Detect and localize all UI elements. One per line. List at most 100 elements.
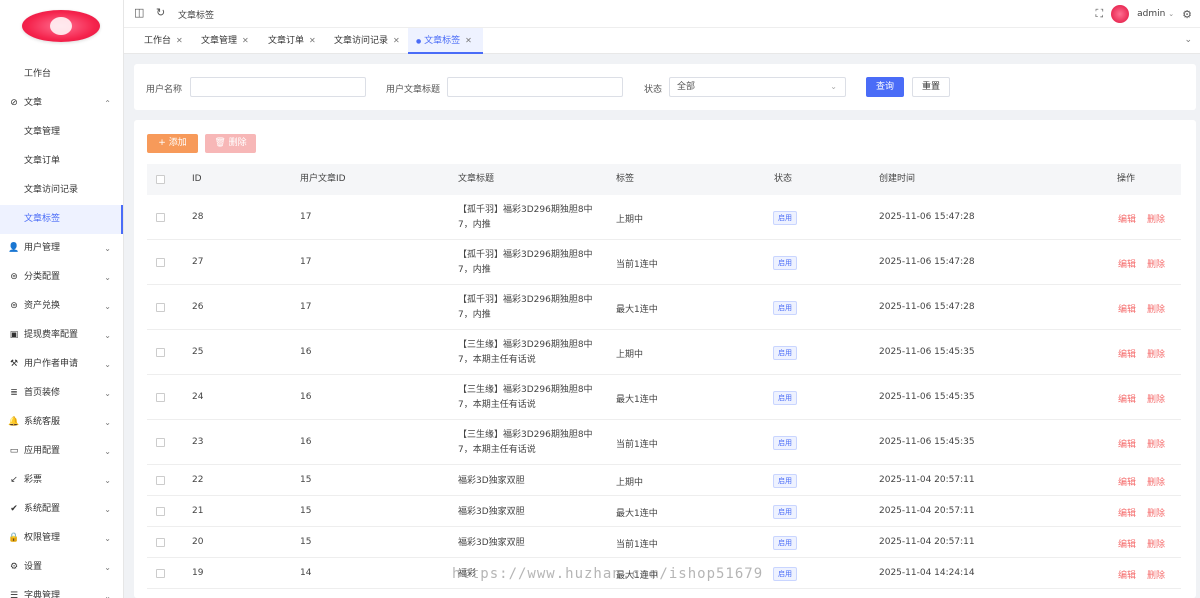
sidebar-item[interactable]: ☰ 字典管理 ⌄ <box>0 582 123 598</box>
tab-article-visits[interactable]: 文章访问记录 ✕ <box>326 28 408 54</box>
sidebar-item[interactable]: 工作台 <box>0 60 123 89</box>
reset-button[interactable]: 重置 <box>912 77 950 97</box>
row-checkbox[interactable] <box>156 392 165 402</box>
sidebar-item-label: 提现费率配置 <box>24 330 79 340</box>
delete-button[interactable]: 🗑 删除 <box>205 134 256 153</box>
sidebar-item[interactable]: 🔒 权限管理 ⌄ <box>0 524 123 553</box>
tab-article-management[interactable]: 文章管理 ✕ <box>193 28 257 54</box>
sidebar-item[interactable]: 🔔 系统客服 ⌄ <box>0 408 123 437</box>
row-checkbox[interactable] <box>156 537 165 547</box>
sidebar-item[interactable]: 文章访问记录 <box>0 176 123 205</box>
delete-link[interactable]: 删除 <box>1147 475 1165 488</box>
sidebar-item[interactable]: 文章订单 <box>0 147 123 176</box>
edit-link[interactable]: 编辑 <box>1118 347 1136 360</box>
gear-icon[interactable]: ⚙ <box>1182 8 1192 21</box>
close-icon[interactable]: ✕ <box>393 36 400 45</box>
sidebar-item[interactable]: ⚒ 用户作者申请 ⌄ <box>0 350 123 379</box>
user-name-label: 用户名称 <box>146 85 183 95</box>
sidebar-item[interactable]: ▣ 提现费率配置 ⌄ <box>0 321 123 350</box>
close-icon[interactable]: ✕ <box>176 36 183 45</box>
chevron-down-icon: ⌄ <box>104 331 111 340</box>
tab-article-orders[interactable]: 文章订单 ✕ <box>260 28 324 54</box>
delete-link[interactable]: 删除 <box>1147 568 1165 581</box>
tab-article-tags[interactable]: ● 文章标签 ✕ <box>408 28 483 54</box>
delete-link[interactable]: 删除 <box>1147 257 1165 270</box>
sidebar-item[interactable]: ↙ 彩票 ⌄ <box>0 466 123 495</box>
user-name-input[interactable] <box>190 77 366 97</box>
cell-created: 2025-11-04 20:57:11 <box>879 474 975 485</box>
select-all-checkbox[interactable] <box>156 175 165 184</box>
edit-link[interactable]: 编辑 <box>1118 475 1136 488</box>
edit-link[interactable]: 编辑 <box>1118 437 1136 450</box>
fullscreen-icon[interactable]: ⛶ <box>1095 7 1103 21</box>
tab-label: 文章管理 <box>201 36 238 46</box>
close-icon[interactable]: ✕ <box>309 36 316 45</box>
row-checkbox[interactable] <box>156 506 165 516</box>
sidebar-item-label: 彩票 <box>24 475 43 485</box>
delete-link[interactable]: 删除 <box>1147 437 1165 450</box>
row-checkbox[interactable] <box>156 568 165 578</box>
status-badge: 启用 <box>773 390 797 405</box>
table-header: ID 用户文章ID 文章标题 标签 状态 创建时间 操作 <box>147 164 1181 195</box>
delete-link[interactable]: 删除 <box>1147 537 1165 550</box>
close-icon[interactable]: ✕ <box>465 36 472 45</box>
delete-link[interactable]: 删除 <box>1147 302 1165 315</box>
status-badge: 启用 <box>773 211 797 225</box>
sidebar-item[interactable]: ≣ 首页装修 ⌄ <box>0 379 123 408</box>
sidebar-item-label: 系统客服 <box>24 417 61 427</box>
row-checkbox[interactable] <box>156 213 165 222</box>
username[interactable]: admin ⌄ <box>1137 9 1174 19</box>
chevron-down-icon: ⌄ <box>104 418 111 427</box>
cell-article-id: 16 <box>300 436 312 447</box>
cell-created: 2025-11-04 20:57:11 <box>879 536 975 547</box>
sidebar-item-label: 文章管理 <box>24 127 61 137</box>
sidebar-item[interactable]: ✔ 系统配置 ⌄ <box>0 495 123 524</box>
search-button[interactable]: 查询 <box>866 77 904 97</box>
delete-link[interactable]: 删除 <box>1147 392 1165 405</box>
delete-link[interactable]: 删除 <box>1147 506 1165 519</box>
status-select[interactable]: 全部 ⌄ <box>669 77 846 97</box>
table-row: 22 15 福彩3D独家双胆 上期中 启用 2025-11-04 20:57:11 编辑 删除 <box>147 465 1181 496</box>
cell-tag: 上期中 <box>616 477 644 488</box>
chevron-down-icon: ⌄ <box>830 82 837 91</box>
article-title-input[interactable] <box>447 77 623 97</box>
sidebar-item[interactable]: ⚙ 设置 ⌄ <box>0 553 123 582</box>
avatar[interactable] <box>1111 5 1130 23</box>
delete-link[interactable]: 删除 <box>1147 347 1165 360</box>
chevron-down-icon: ⌄ <box>1168 10 1175 18</box>
edit-link[interactable]: 编辑 <box>1118 568 1136 581</box>
cell-tag: 上期中 <box>616 215 644 225</box>
chevron-down-icon: ⌄ <box>104 563 111 572</box>
sidebar-item[interactable]: ⊜ 分类配置 ⌄ <box>0 263 123 292</box>
sidebar-item-label: 用户作者申请 <box>24 359 79 369</box>
row-checkbox[interactable] <box>156 437 165 447</box>
refresh-icon[interactable]: ↻ <box>156 6 165 19</box>
sidebar-item[interactable]: 👤 用户管理 ⌄ <box>0 234 123 263</box>
edit-link[interactable]: 编辑 <box>1118 257 1136 270</box>
collapse-sidebar-icon[interactable]: ◫ <box>134 6 144 19</box>
row-checkbox[interactable] <box>156 302 165 312</box>
chevron-down-icon[interactable]: ⌄ <box>1184 35 1192 45</box>
bell-icon: 🔔 <box>8 417 20 427</box>
edit-link[interactable]: 编辑 <box>1118 212 1136 225</box>
sidebar-item[interactable]: ⊜ 资产兑换 ⌄ <box>0 292 123 321</box>
row-checkbox[interactable] <box>156 475 165 485</box>
edit-link[interactable]: 编辑 <box>1118 537 1136 550</box>
close-icon[interactable]: ✕ <box>242 36 249 45</box>
sidebar-item[interactable]: 文章标签 <box>0 205 123 234</box>
sidebar-item[interactable]: ⊘ 文章 ⌃ <box>0 89 123 118</box>
table-card: + 添加 🗑 删除 ID 用户文章ID 文章标题 标签 状态 创建时间 操作 2… <box>134 120 1196 598</box>
delete-link[interactable]: 删除 <box>1147 212 1165 225</box>
row-checkbox[interactable] <box>156 347 165 357</box>
row-checkbox[interactable] <box>156 257 165 267</box>
edit-link[interactable]: 编辑 <box>1118 302 1136 315</box>
check-circle-icon: ✔ <box>10 504 18 514</box>
edit-link[interactable]: 编辑 <box>1118 506 1136 519</box>
cell-tag: 当前1连中 <box>616 259 658 270</box>
sidebar-item-label: 资产兑换 <box>24 301 61 311</box>
add-button[interactable]: + 添加 <box>147 134 198 153</box>
sidebar-item[interactable]: 文章管理 <box>0 118 123 147</box>
tab-workbench[interactable]: 工作台 ✕ <box>136 28 191 54</box>
edit-link[interactable]: 编辑 <box>1118 392 1136 405</box>
sidebar-item[interactable]: ▭ 应用配置 ⌄ <box>0 437 123 466</box>
